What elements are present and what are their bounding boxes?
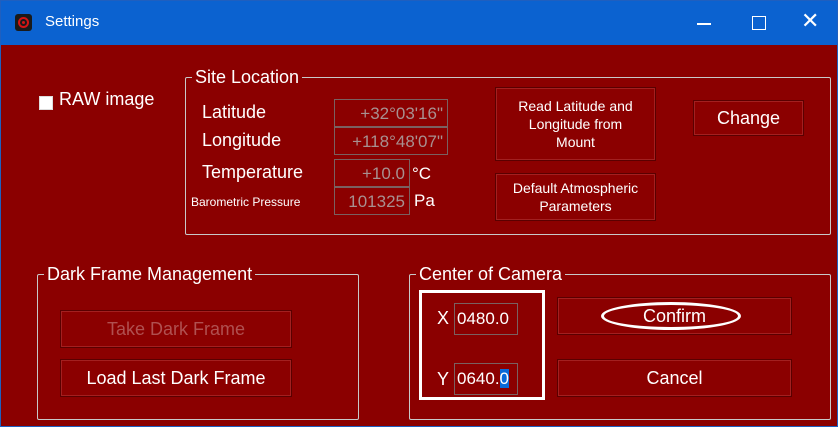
temperature-label: Temperature — [202, 162, 304, 182]
temperature-field[interactable]: +10.0 — [334, 159, 410, 187]
confirm-highlight-annotation — [601, 302, 741, 330]
pressure-unit: Pa — [414, 191, 435, 210]
load-last-dark-frame-button[interactable]: Load Last Dark Frame — [60, 359, 292, 397]
center-of-camera-legend: Center of Camera — [419, 264, 563, 284]
read-button-line-2: Longitude from — [528, 116, 623, 132]
raw-image-checkbox[interactable] — [39, 96, 53, 110]
latitude-label: Latitude — [202, 102, 267, 122]
default-button-line-2: Parameters — [539, 198, 612, 214]
read-button-line-1: Read Latitude and — [518, 98, 633, 114]
maximize-icon — [752, 16, 766, 30]
default-button-line-1: Default Atmospheric — [512, 180, 639, 196]
raw-image-label[interactable]: RAW image — [59, 89, 154, 110]
app-icon — [15, 14, 32, 31]
read-button-line-3: Mount — [556, 134, 595, 150]
longitude-field[interactable]: +118°48'07" — [334, 127, 448, 155]
longitude-label: Longitude — [202, 130, 282, 150]
temperature-unit: °C — [412, 164, 432, 183]
latitude-field[interactable]: +32°03'16" — [334, 99, 448, 127]
site-location-legend: Site Location — [195, 67, 300, 87]
pressure-field[interactable]: 101325 — [334, 187, 410, 215]
close-button[interactable]: ✕ — [787, 1, 838, 45]
pressure-label: Barometric Pressure — [191, 195, 301, 209]
xy-highlight-annotation — [419, 290, 545, 400]
change-button[interactable]: Change — [693, 100, 804, 136]
dark-frame-legend: Dark Frame Management — [47, 264, 253, 284]
settings-window: Settings ✕ RAW image Site Location Latit… — [0, 0, 838, 427]
window-title: Settings — [45, 13, 100, 30]
title-bar[interactable]: Settings ✕ — [1, 1, 837, 45]
cancel-button[interactable]: Cancel — [557, 359, 792, 397]
close-icon: ✕ — [801, 9, 820, 34]
default-atmospheric-button[interactable]: Default Atmospheric Parameters — [495, 173, 656, 221]
minimize-button[interactable] — [677, 1, 729, 45]
take-dark-frame-button[interactable]: Take Dark Frame — [60, 310, 292, 348]
minimize-icon — [697, 23, 711, 25]
maximize-button[interactable] — [733, 1, 785, 45]
read-lat-long-button[interactable]: Read Latitude and Longitude from Mount — [495, 87, 656, 161]
